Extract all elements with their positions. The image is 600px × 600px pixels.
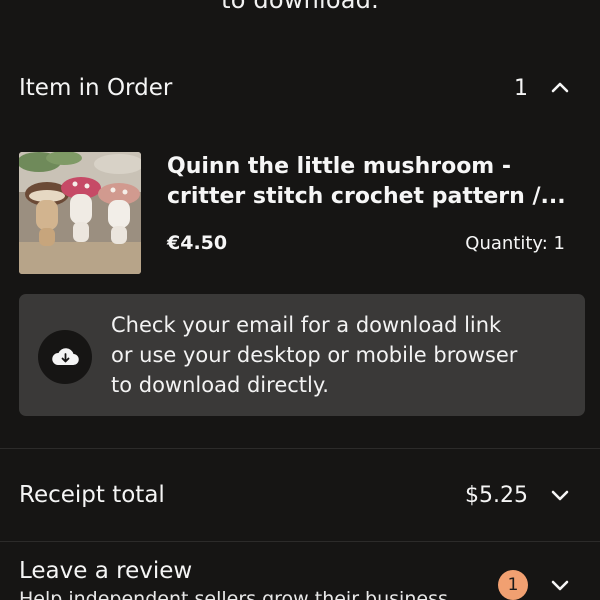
top-truncated-text: to download. xyxy=(221,0,379,14)
download-notice-line-1: Check your email for a download link xyxy=(111,313,502,337)
order-details-screen: to download. Item in Order 1 Quinn the l… xyxy=(0,0,600,600)
cloud-download-icon xyxy=(38,330,92,384)
download-notice-text: Check your email for a download link or … xyxy=(111,310,573,400)
chevron-down-icon[interactable] xyxy=(550,575,570,595)
item-in-order-controls: 1 xyxy=(514,76,570,101)
section-divider xyxy=(0,541,600,542)
leave-review-label: Leave a review xyxy=(19,558,193,584)
item-thumbnail-image[interactable] xyxy=(19,152,141,274)
item-title[interactable]: Quinn the little mushroom - critter stit… xyxy=(167,152,567,212)
item-price: €4.50 xyxy=(167,232,228,254)
item-in-order-header[interactable]: Item in Order 1 xyxy=(19,72,570,104)
section-divider xyxy=(0,448,600,449)
item-quantity: Quantity: 1 xyxy=(465,233,565,254)
item-in-order-title: Item in Order xyxy=(19,75,173,101)
item-count: 1 xyxy=(514,75,528,101)
receipt-total-row[interactable]: Receipt total $5.25 xyxy=(19,479,570,511)
review-count-badge: 1 xyxy=(498,570,528,600)
item-title-line-1: Quinn the little mushroom - xyxy=(167,154,512,179)
download-notice-box: Check your email for a download link or … xyxy=(19,294,585,416)
receipt-total-value: $5.25 xyxy=(465,482,528,508)
receipt-total-controls: $5.25 xyxy=(465,483,570,508)
leave-review-controls: 1 xyxy=(498,570,570,600)
download-notice-line-2: or use your desktop or mobile browser xyxy=(111,343,518,367)
order-item-card[interactable]: Quinn the little mushroom - critter stit… xyxy=(19,152,579,276)
item-title-line-2: critter stitch crochet pattern /... xyxy=(167,184,566,209)
chevron-down-icon[interactable] xyxy=(550,485,570,505)
leave-review-subtext: Help independent sellers grow their busi… xyxy=(19,588,448,600)
leave-review-title[interactable]: Leave a review xyxy=(19,558,192,584)
download-notice-line-3: to download directly. xyxy=(111,373,329,397)
receipt-total-label: Receipt total xyxy=(19,482,165,508)
chevron-up-icon[interactable] xyxy=(550,78,570,98)
